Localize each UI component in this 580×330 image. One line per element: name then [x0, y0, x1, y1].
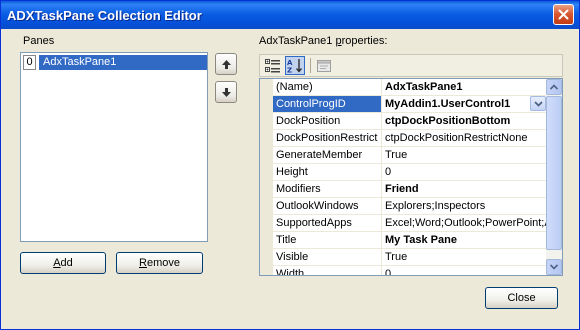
property-value[interactable]: 0	[382, 164, 547, 180]
properties-label: AdxTaskPane1 properties:	[259, 35, 388, 47]
row-gutter	[260, 130, 273, 146]
property-pages-icon	[317, 59, 331, 72]
row-gutter	[260, 96, 273, 112]
property-value-text: ctpDockPositionBottom	[385, 115, 511, 127]
property-row[interactable]: OutlookWindows Explorers;Inspectors	[260, 198, 547, 215]
property-value[interactable]: 0	[382, 266, 547, 276]
property-value-text: True	[385, 149, 408, 161]
close-window-button[interactable]	[553, 4, 574, 25]
property-row[interactable]: GenerateMember True	[260, 147, 547, 164]
property-value-text: 0	[385, 166, 392, 178]
row-gutter	[260, 164, 273, 180]
property-name[interactable]: Width	[273, 266, 382, 275]
panes-label: Panes	[23, 35, 55, 47]
row-gutter	[260, 249, 273, 265]
property-name[interactable]: DockPositionRestrict	[273, 130, 382, 146]
move-down-button[interactable]	[215, 81, 237, 103]
property-value[interactable]: ctpDockPositionBottom	[382, 113, 547, 129]
list-item-index: 0	[23, 54, 36, 70]
property-value[interactable]: Excel;Word;Outlook;PowerPoint;Access	[382, 215, 547, 231]
row-gutter	[260, 147, 273, 163]
property-value-text: Friend	[385, 183, 419, 195]
property-grid[interactable]: (Name) AdxTaskPane1 ControlProgID MyAddin1.…	[259, 78, 563, 276]
toolbar-separator	[310, 58, 311, 73]
property-rows: (Name) AdxTaskPane1 ControlProgID MyAddin1.…	[260, 79, 547, 276]
property-row[interactable]: Title My Task Pane	[260, 232, 547, 249]
property-name[interactable]: DockPosition	[273, 113, 382, 129]
property-name[interactable]: OutlookWindows	[273, 198, 382, 214]
property-value[interactable]: My Task Pane	[382, 232, 547, 248]
list-item[interactable]: 0 AdxTaskPane1	[23, 54, 207, 70]
categorized-icon	[265, 58, 280, 72]
remove-button[interactable]: Remove	[116, 252, 203, 274]
scroll-up-button[interactable]	[546, 79, 562, 95]
categorized-button[interactable]	[263, 56, 283, 75]
property-name[interactable]: Visible	[273, 249, 382, 265]
property-value[interactable]: True	[382, 249, 547, 265]
property-name[interactable]: SupportedApps	[273, 215, 382, 231]
property-value-text: ctpDockPositionRestrictNone	[385, 132, 528, 144]
row-gutter	[260, 113, 273, 129]
property-row[interactable]: Visible True	[260, 249, 547, 266]
title-bar[interactable]: ADXTaskPane Collection Editor	[1, 1, 579, 29]
property-row[interactable]: Modifiers Friend	[260, 181, 547, 198]
close-icon	[558, 9, 569, 20]
alphabetical-icon: A Z	[287, 59, 302, 74]
property-value[interactable]: MyAddin1.UserControl1	[382, 96, 547, 112]
row-gutter	[260, 232, 273, 248]
scroll-down-button[interactable]	[546, 259, 562, 275]
property-row[interactable]: (Name) AdxTaskPane1	[260, 79, 547, 96]
panes-list[interactable]: 0 AdxTaskPane1	[20, 52, 208, 242]
property-value-text: AdxTaskPane1	[385, 81, 463, 93]
property-value-text: True	[385, 251, 408, 263]
property-value[interactable]: ctpDockPositionRestrictNone	[382, 130, 547, 146]
property-row[interactable]: SupportedApps Excel;Word;Outlook;PowerPoi…	[260, 215, 547, 232]
close-button[interactable]: Close	[485, 287, 558, 309]
property-name[interactable]: (Name)	[273, 79, 382, 95]
row-gutter	[260, 215, 273, 231]
property-name[interactable]: ControlProgID	[273, 96, 382, 112]
property-value-text: Excel;Word;Outlook;PowerPoint;Access	[385, 217, 547, 229]
alphabetical-button[interactable]: A Z	[285, 56, 305, 75]
chevron-down-icon	[550, 264, 558, 270]
property-value-text: My Task Pane	[385, 234, 457, 246]
property-value-text: MyAddin1.UserControl1	[385, 98, 511, 110]
property-pages-button[interactable]	[314, 56, 334, 75]
property-name[interactable]: Height	[273, 164, 382, 180]
property-value[interactable]: True	[382, 147, 547, 163]
chevron-down-icon	[533, 100, 543, 107]
property-name[interactable]: GenerateMember	[273, 147, 382, 163]
property-value-text: 0	[385, 268, 392, 276]
property-value[interactable]: Explorers;Inspectors	[382, 198, 547, 214]
scrollbar-thumb[interactable]	[546, 96, 562, 250]
chevron-up-icon	[550, 84, 558, 90]
row-gutter	[260, 181, 273, 197]
window-title: ADXTaskPane Collection Editor	[7, 7, 202, 23]
property-row[interactable]: Width 0	[260, 266, 547, 276]
property-name[interactable]: Modifiers	[273, 181, 382, 197]
row-gutter	[260, 79, 273, 95]
property-value[interactable]: AdxTaskPane1	[382, 79, 547, 95]
arrow-up-icon	[221, 59, 231, 69]
row-gutter	[260, 198, 273, 214]
property-value[interactable]: Friend	[382, 181, 547, 197]
value-dropdown-button[interactable]	[530, 96, 546, 111]
svg-text:Z: Z	[287, 67, 292, 74]
property-row[interactable]: DockPosition ctpDockPositionBottom	[260, 113, 547, 130]
vertical-scrollbar[interactable]	[546, 79, 562, 275]
property-row[interactable]: DockPositionRestrict ctpDockPositionRestr…	[260, 130, 547, 147]
property-name[interactable]: Title	[273, 232, 382, 248]
collection-editor-window: ADXTaskPane Collection Editor Panes AdxT…	[0, 0, 580, 330]
list-item-text: AdxTaskPane1	[39, 54, 207, 70]
row-gutter	[260, 266, 273, 275]
arrow-down-icon	[221, 87, 231, 97]
add-button[interactable]: Add	[20, 252, 106, 274]
property-value-text: Explorers;Inspectors	[385, 200, 486, 212]
move-up-button[interactable]	[215, 53, 237, 75]
property-row[interactable]: ControlProgID MyAddin1.UserControl1	[260, 96, 547, 113]
property-grid-toolbar: A Z	[259, 54, 563, 77]
property-row[interactable]: Height 0	[260, 164, 547, 181]
